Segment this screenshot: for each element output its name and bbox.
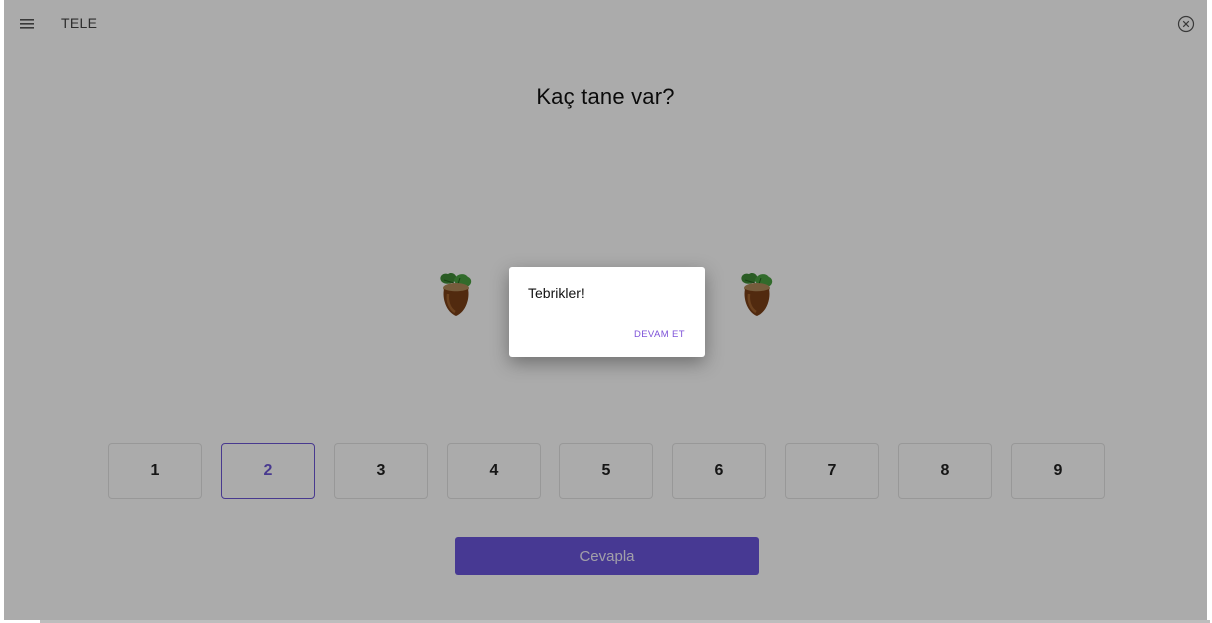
continue-button[interactable]: DEVAM ET: [634, 329, 685, 340]
dialog-message: Tebrikler!: [528, 285, 585, 301]
success-dialog: Tebrikler! DEVAM ET: [509, 267, 705, 357]
